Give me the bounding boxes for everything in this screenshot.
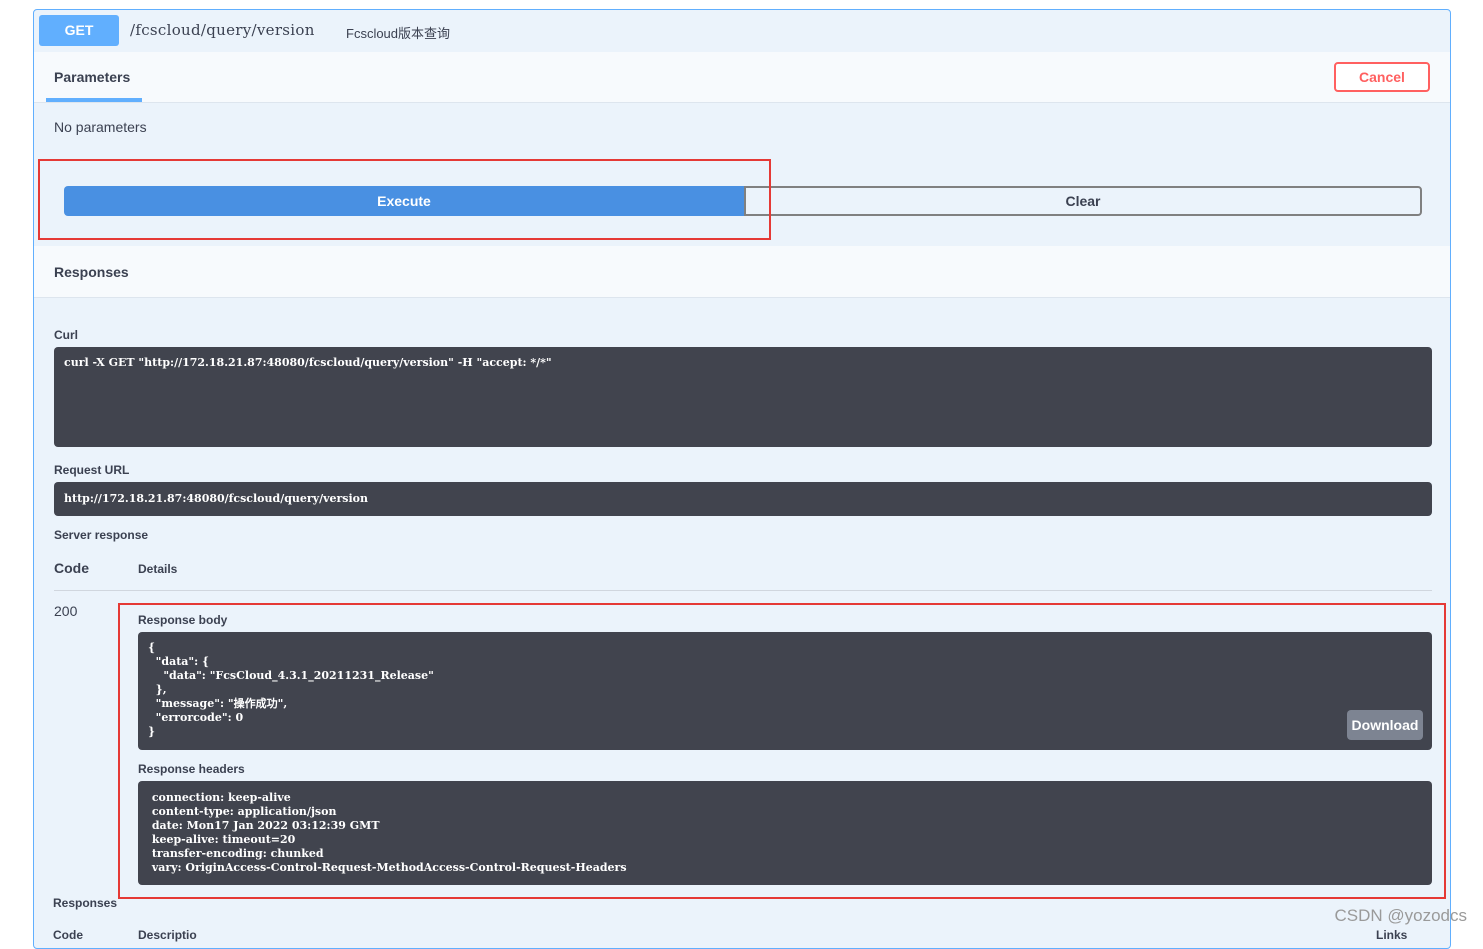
clear-button[interactable]: Clear <box>744 186 1422 216</box>
status-code: 200 <box>54 603 78 619</box>
code-column-header: Code <box>54 560 89 576</box>
highlight-box-execute <box>38 159 771 240</box>
tab-active-indicator <box>46 98 142 102</box>
operation-path: /fcscloud/query/version <box>130 21 315 39</box>
operation-description: Fcscloud版本查询 <box>346 26 451 41</box>
details-column-header: Details <box>138 562 178 576</box>
responses-header: Responses <box>34 246 1450 298</box>
tab-parameters[interactable]: Parameters <box>54 69 130 85</box>
parameters-header: Parameters Cancel <box>34 52 1450 103</box>
bottom-links-header: Links <box>1376 928 1408 942</box>
bottom-responses-label: Responses <box>53 896 118 910</box>
responses-title: Responses <box>54 264 129 280</box>
bottom-code-header: Code <box>53 928 83 942</box>
bottom-description-header: Descriptio <box>138 928 197 942</box>
no-parameters-text: No parameters <box>54 119 147 135</box>
table-divider <box>54 590 1432 591</box>
curl-label: Curl <box>54 328 78 342</box>
operation-summary[interactable]: GET /fcscloud/query/version Fcscloud版本查询 <box>34 10 1450 53</box>
request-url-label: Request URL <box>54 463 130 477</box>
highlight-box-response <box>118 603 1446 899</box>
method-badge: GET <box>39 15 119 46</box>
request-url[interactable]: http://172.18.21.87:48080/fcscloud/query… <box>54 482 1432 516</box>
watermark: CSDN @yozodcs <box>1334 906 1467 925</box>
cancel-button[interactable]: Cancel <box>1334 62 1430 92</box>
curl-command[interactable]: curl -X GET "http://172.18.21.87:48080/f… <box>54 347 1432 447</box>
server-response-label: Server response <box>54 528 149 542</box>
